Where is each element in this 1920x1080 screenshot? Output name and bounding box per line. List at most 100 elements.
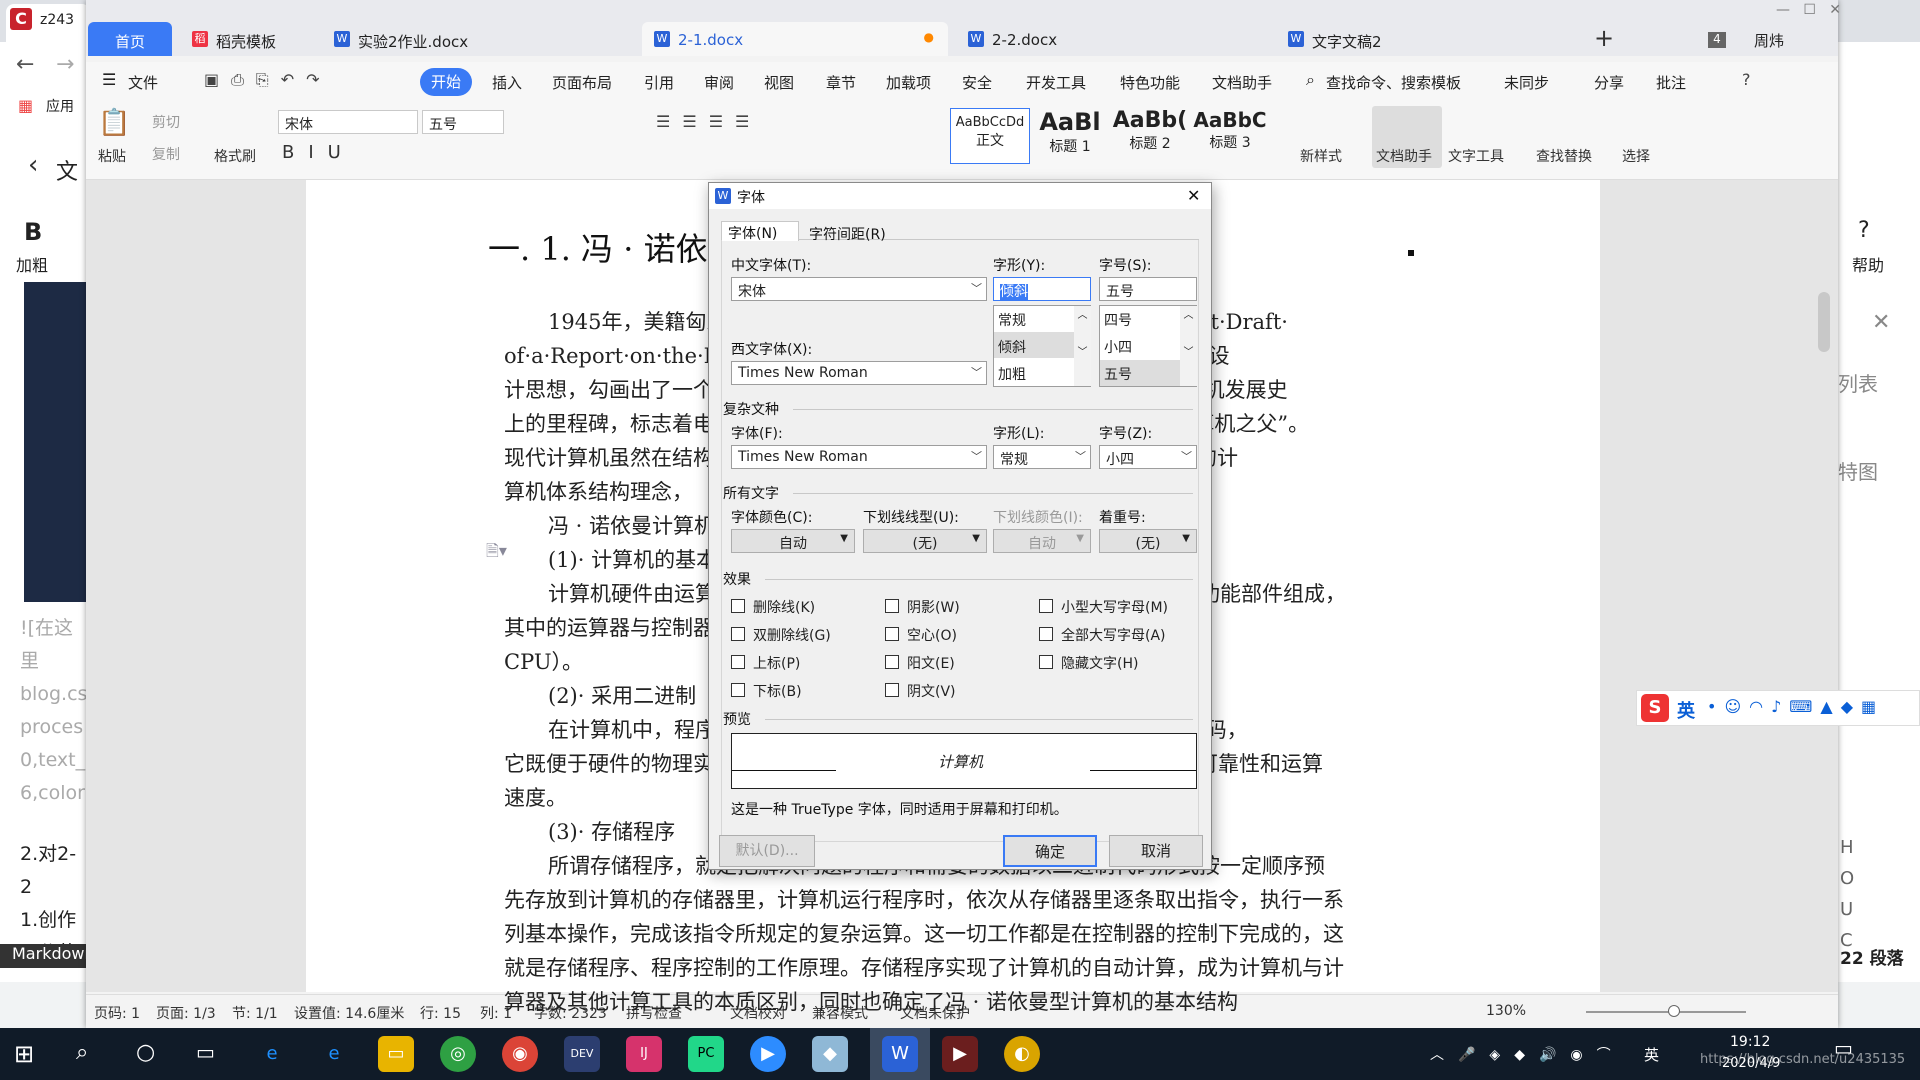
effect-label[interactable]: 空心(O) <box>907 625 957 645</box>
zoom-slider[interactable] <box>1586 1011 1746 1013</box>
effect-label[interactable]: 隐藏文字(H) <box>1061 653 1138 673</box>
effect-checkbox[interactable] <box>731 627 745 641</box>
ime-tools-icons[interactable]: •☺◠♪⌨▲◆▦ <box>1707 697 1884 716</box>
west-font-combo[interactable]: Times New Roman ﹀ <box>731 361 987 385</box>
edge-icon[interactable]: e <box>316 1036 352 1072</box>
help-circle-icon[interactable]: ? <box>1742 70 1751 89</box>
effect-checkbox[interactable] <box>885 599 899 613</box>
user-name[interactable]: 周炜 <box>1754 30 1784 51</box>
effect-checkbox[interactable] <box>885 655 899 669</box>
size-listbox[interactable]: 四号 小四 五号 ︿ ﹀ <box>1099 305 1197 387</box>
size-input[interactable]: 五号 <box>1099 277 1197 301</box>
style-scrollbar[interactable]: ︿ ﹀ <box>1074 306 1091 386</box>
size-scrollbar[interactable]: ︿ ﹀ <box>1180 306 1197 386</box>
share-button[interactable]: 分享 <box>1594 72 1624 93</box>
menu-layout[interactable]: 页面布局 <box>552 72 612 93</box>
underline-combo[interactable]: (无) ▼ <box>863 529 987 553</box>
clock-time[interactable]: 19:12 <box>1730 1034 1770 1050</box>
windows-start-icon[interactable]: ⊞ <box>14 1040 34 1068</box>
style-option-bold[interactable]: 加粗 <box>998 364 1026 384</box>
help-icon[interactable]: ? <box>1858 218 1870 243</box>
intellij-icon[interactable]: IJ <box>626 1036 662 1072</box>
effect-checkbox[interactable] <box>1039 655 1053 669</box>
cortana-icon[interactable]: ○ <box>136 1040 155 1065</box>
style-listbox[interactable]: 常规 倾斜 加粗 ︿ ﹀ <box>993 305 1091 387</box>
size-option[interactable]: 小四 <box>1104 337 1132 357</box>
forward-arrow-icon[interactable]: → <box>56 52 74 77</box>
complex-size-combo[interactable]: 小四 ﹀ <box>1099 445 1197 469</box>
effect-checkbox[interactable] <box>731 683 745 697</box>
wps-task-active[interactable]: W <box>870 1028 930 1080</box>
font-name-combo[interactable]: 宋体 <box>278 110 418 134</box>
doc-assist-button[interactable]: 文档助手 <box>1372 106 1442 168</box>
notification-icon[interactable]: ▭ <box>1834 1036 1853 1060</box>
app-blue-icon[interactable]: ◆ <box>812 1036 848 1072</box>
complex-style-combo[interactable]: 常规 ﹀ <box>993 445 1091 469</box>
effect-label[interactable]: 阴影(W) <box>907 597 960 617</box>
dialog-close-icon[interactable]: ✕ <box>1187 186 1200 205</box>
style-option-regular[interactable]: 常规 <box>998 310 1026 330</box>
tab-docer[interactable]: 稻稻壳模板 <box>180 22 310 56</box>
app-green-icon[interactable]: ◎ <box>440 1036 476 1072</box>
format-buttons[interactable]: BIU <box>282 142 355 163</box>
font-color-combo[interactable]: 自动 ▼ <box>731 529 855 553</box>
ok-button[interactable]: 确定 <box>1003 835 1097 867</box>
paragraph-buttons[interactable]: ☰☰☰☰ <box>656 112 761 131</box>
effect-label[interactable]: 全部大写字母(A) <box>1061 625 1166 645</box>
size-option[interactable]: 四号 <box>1104 310 1132 330</box>
menu-security[interactable]: 安全 <box>962 72 992 93</box>
effect-checkbox[interactable] <box>885 683 899 697</box>
menu-review[interactable]: 审阅 <box>704 72 734 93</box>
menu-references[interactable]: 引用 <box>644 72 674 93</box>
bookmark-apps[interactable]: 应用 <box>46 96 74 116</box>
back-chevron-icon[interactable]: ‹ <box>28 150 38 180</box>
size-option[interactable]: 五号 <box>1104 364 1132 384</box>
comment-button[interactable]: 批注 <box>1656 72 1686 93</box>
paste-icon[interactable]: 📋 <box>98 108 130 138</box>
media-player-icon[interactable]: ▶ <box>942 1036 978 1072</box>
new-style-button[interactable]: 新样式 <box>1300 146 1342 166</box>
scrollbar-thumb[interactable] <box>1818 292 1830 352</box>
effect-checkbox[interactable] <box>885 627 899 641</box>
effect-label[interactable]: 下标(B) <box>753 681 802 701</box>
tab-font[interactable]: 字体(N) <box>721 221 799 242</box>
format-painter[interactable]: 格式刷 <box>214 146 256 166</box>
emphasis-combo[interactable]: (无) ▼ <box>1099 529 1197 553</box>
quick-access-icons[interactable]: ▣⎙⎘↶↷ <box>204 70 332 90</box>
effect-label[interactable]: 阳文(E) <box>907 653 955 673</box>
tab-home[interactable]: 首页 <box>88 22 172 56</box>
style-heading-2[interactable]: AaBb(标题 2 <box>1110 108 1190 164</box>
menu-addins[interactable]: 加载项 <box>886 72 931 93</box>
tab-count-badge[interactable]: 4 <box>1708 32 1726 48</box>
menu-start[interactable]: 开始 <box>420 68 472 96</box>
sogou-logo-icon[interactable]: S <box>1641 694 1669 722</box>
text-tools-button[interactable]: 文字工具 <box>1448 146 1504 166</box>
tray-icons[interactable]: ︿🎤◈◆🔊◉⌒ <box>1430 1044 1625 1064</box>
effect-checkbox[interactable] <box>1039 627 1053 641</box>
copy-button[interactable]: 复制 <box>152 144 180 164</box>
search-icon[interactable]: ⌕ <box>76 1040 88 1065</box>
effect-label[interactable]: 小型大写字母(M) <box>1061 597 1168 617</box>
app-yellow-icon[interactable]: ◐ <box>1004 1036 1040 1072</box>
style-option-italic[interactable]: 倾斜 <box>998 337 1026 357</box>
new-tab-plus-icon[interactable]: + <box>1594 24 1614 52</box>
menu-developer[interactable]: 开发工具 <box>1026 72 1086 93</box>
hamburger-icon[interactable]: ☰ <box>102 70 116 89</box>
effect-checkbox[interactable] <box>731 599 745 613</box>
tab-spacing[interactable]: 字符间距(R) <box>801 223 905 243</box>
cn-font-combo[interactable]: 宋体 ﹀ <box>731 277 987 301</box>
cancel-button[interactable]: 取消 <box>1109 835 1203 867</box>
effect-label[interactable]: 双删除线(G) <box>753 625 831 645</box>
tab-doc-3[interactable]: W 文字文稿2 <box>1276 22 1576 56</box>
menu-chapter[interactable]: 章节 <box>826 72 856 93</box>
font-size-combo[interactable]: 五号 <box>422 110 504 134</box>
back-arrow-icon[interactable]: ← <box>16 52 34 77</box>
effect-label[interactable]: 阴文(V) <box>907 681 956 701</box>
tray-lang[interactable]: 英 <box>1644 1044 1659 1065</box>
tab-doc-2[interactable]: W 2-2.docx <box>956 22 1262 56</box>
cut-button[interactable]: 剪切 <box>152 112 180 132</box>
ime-lang[interactable]: 英 <box>1677 697 1695 723</box>
task-view-icon[interactable]: ▭ <box>196 1040 215 1064</box>
zoom-icon[interactable]: ▶ <box>750 1036 786 1072</box>
paste-label[interactable]: 粘贴 <box>98 146 126 166</box>
